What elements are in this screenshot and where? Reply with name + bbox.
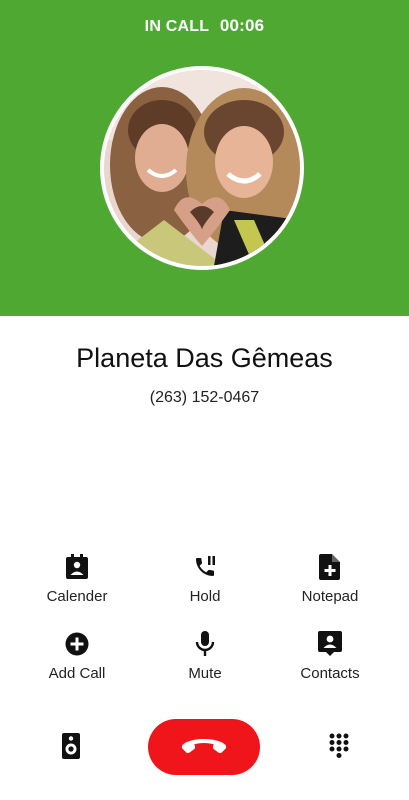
- contact-card-icon: [318, 631, 342, 656]
- contacts-button[interactable]: Contacts: [275, 629, 385, 682]
- call-status: IN CALL 00:06: [0, 16, 409, 36]
- notepad-button[interactable]: Notepad: [275, 552, 385, 605]
- contact-number: (263) 152-0467: [149, 389, 260, 406]
- calendar-icon: [66, 554, 88, 579]
- hold-button[interactable]: Hold: [150, 552, 260, 605]
- speaker-icon: [62, 733, 80, 759]
- note-add-icon: [319, 554, 340, 580]
- microphone-icon: [195, 631, 215, 656]
- end-call-icon: [181, 739, 227, 754]
- end-call-button[interactable]: [148, 719, 260, 775]
- mute-label: Mute: [188, 665, 222, 682]
- speaker-button[interactable]: [56, 730, 86, 762]
- dialpad-icon: [329, 733, 349, 758]
- call-header: IN CALL 00:06: [0, 0, 409, 316]
- calendar-label: Calender: [46, 588, 108, 605]
- notepad-label: Notepad: [301, 588, 359, 605]
- contact-avatar: [104, 70, 300, 266]
- contacts-label: Contacts: [300, 665, 360, 682]
- dialpad-button[interactable]: [324, 730, 354, 762]
- hold-label: Hold: [189, 588, 221, 605]
- calendar-button[interactable]: Calender: [22, 552, 132, 605]
- phone-paused-icon: [196, 556, 215, 576]
- add-circle-icon: [65, 632, 89, 656]
- call-timer: 00:06: [219, 16, 265, 35]
- avatar-photo: [104, 70, 300, 266]
- call-status-label: IN CALL: [144, 18, 210, 35]
- add-call-label: Add Call: [48, 665, 106, 682]
- contact-name: Planeta Das Gêmeas: [76, 343, 333, 373]
- mute-button[interactable]: Mute: [150, 629, 260, 682]
- add-call-button[interactable]: Add Call: [22, 629, 132, 682]
